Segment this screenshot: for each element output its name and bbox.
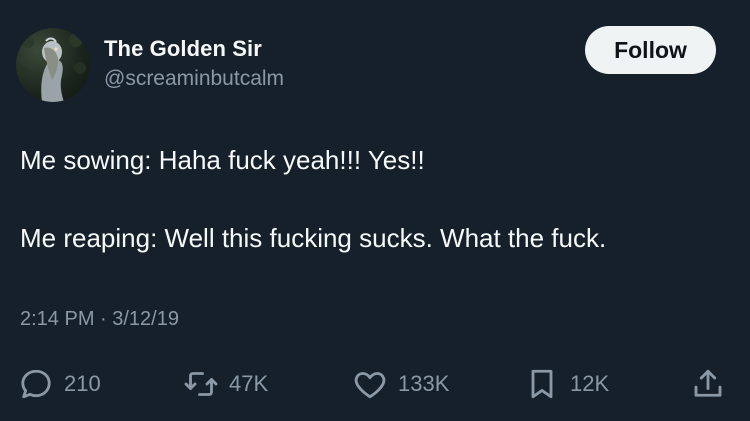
tweet-text-line: Me reaping: Well this fucking sucks. Wha… — [20, 223, 607, 253]
reply-button[interactable]: 210 — [18, 362, 101, 406]
follow-button[interactable]: Follow — [585, 26, 716, 74]
share-button[interactable] — [690, 362, 726, 406]
retweet-icon — [184, 372, 218, 396]
reply-count: 210 — [64, 371, 101, 396]
tweet-timestamp[interactable]: 2:14 PM · 3/12/19 — [20, 308, 179, 331]
share-icon — [694, 369, 722, 397]
retweet-count: 47K — [229, 371, 269, 396]
shoebill-avatar-image — [19, 33, 86, 102]
reply-icon — [21, 369, 51, 399]
tweet-card: The Golden Sir @screaminbutcalm Follow M… — [0, 0, 750, 421]
like-button[interactable]: 133K — [352, 362, 449, 406]
avatar[interactable] — [16, 28, 90, 102]
author-handle[interactable]: @screaminbutcalm — [104, 67, 284, 91]
heart-icon — [354, 372, 386, 399]
bookmark-icon — [531, 369, 553, 399]
bookmark-count: 12K — [570, 371, 610, 396]
like-count: 133K — [398, 371, 450, 396]
action-bar: 210 47K 133K 12K — [0, 362, 750, 406]
retweet-button[interactable]: 47K — [183, 362, 268, 406]
author-display-name[interactable]: The Golden Sir — [104, 36, 262, 62]
tweet-text-line: Me sowing: Haha fuck yeah!!! Yes!! — [20, 145, 425, 175]
bookmark-button[interactable]: 12K — [524, 362, 609, 406]
